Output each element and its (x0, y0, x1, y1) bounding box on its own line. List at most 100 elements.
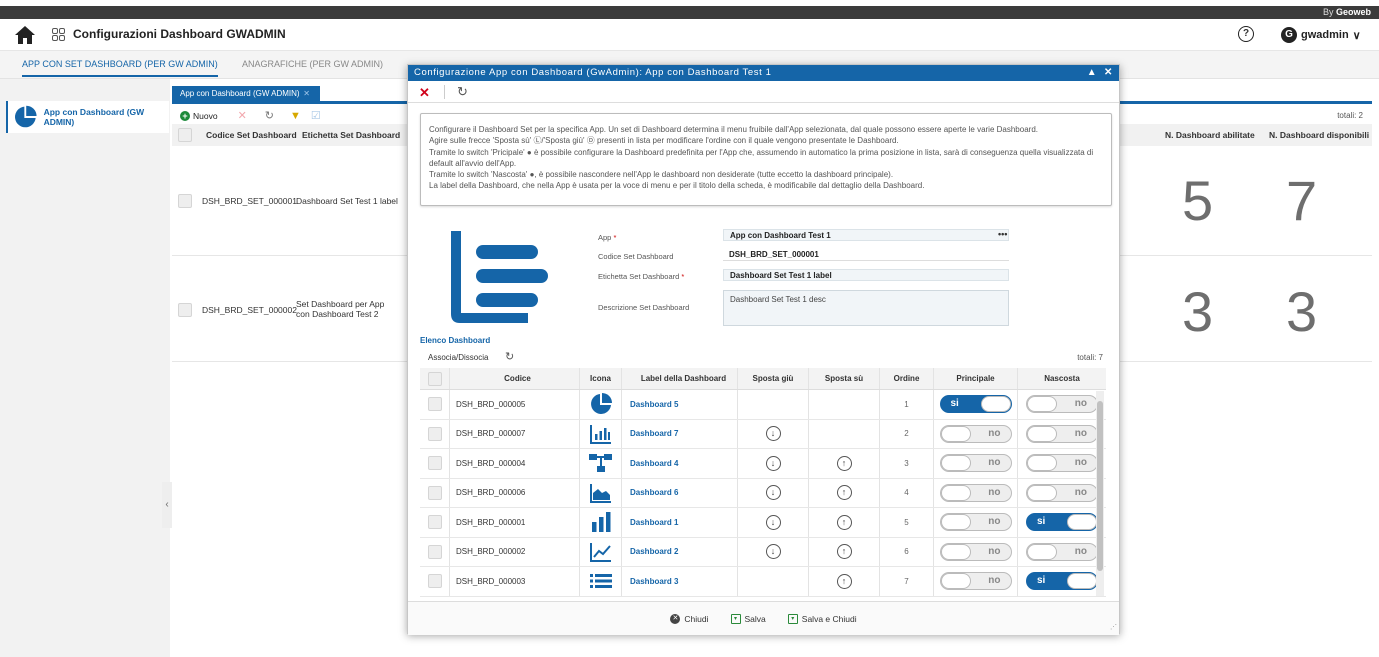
apps-grid-icon[interactable] (52, 28, 65, 41)
row-label-link[interactable]: Dashboard 7 (622, 419, 738, 448)
row-label: Dashboard Set Test 1 label (296, 196, 398, 206)
scrollbar-thumb[interactable] (1097, 401, 1103, 571)
row-label: Set Dashboard per App con Dashboard Test… (296, 299, 385, 319)
cancel-icon[interactable]: ✕ (419, 85, 430, 101)
nascosta-switch[interactable]: no (1026, 424, 1098, 443)
app-field[interactable]: App con Dashboard Test 1 (723, 229, 1009, 241)
collapse-icon[interactable]: ▲ (1087, 67, 1098, 78)
arrow-down-icon[interactable]: ↓ (765, 514, 781, 530)
col-sposta-giu: Sposta giù (738, 368, 809, 389)
row-checkbox[interactable] (427, 574, 442, 589)
row-label-link[interactable]: Dashboard 6 (622, 478, 738, 507)
switch-text: no (1074, 398, 1087, 410)
principale-switch[interactable]: no (939, 542, 1012, 561)
principale-switch[interactable]: no (939, 454, 1012, 473)
save-button[interactable]: ▾ Salva (730, 613, 766, 624)
help-icon[interactable]: ? (1238, 26, 1254, 42)
select-all-checkbox[interactable] (427, 371, 442, 386)
nascosta-switch[interactable]: si (1026, 572, 1098, 591)
new-button[interactable]: + Nuovo (180, 111, 218, 121)
row-checkbox[interactable] (427, 485, 442, 500)
row-checkbox[interactable] (178, 194, 192, 208)
close-tab-icon[interactable]: ✕ (303, 86, 310, 101)
principale-switch[interactable]: no (939, 424, 1012, 443)
row-label-link[interactable]: Dashboard 5 (622, 390, 738, 419)
row-checkbox[interactable] (427, 426, 442, 441)
principale-switch[interactable]: no (939, 572, 1012, 591)
arrow-up-icon[interactable]: ↑ (836, 485, 852, 501)
row-checkbox[interactable] (427, 544, 442, 559)
info-line: Agire sulle frecce 'Sposta sù' Ⓛ/'Sposta… (429, 136, 899, 146)
home-icon[interactable] (14, 25, 36, 45)
tab-anagrafiche[interactable]: ANAGRAFICHE (PER GW ADMIN) (242, 59, 383, 69)
row-label-link[interactable]: Dashboard 1 (622, 508, 738, 537)
row-checkbox[interactable] (427, 515, 442, 530)
user-name: gwadmin (1301, 29, 1349, 41)
row-icon-cell (580, 419, 622, 448)
row-label-link[interactable]: Dashboard 4 (622, 449, 738, 478)
table-row[interactable]: DSH_BRD_000006 Dashboard 6 ↓ ↑ 4 no no (420, 478, 1106, 508)
tab-app-con-dashboard[interactable]: App con Dashboard (GW ADMIN) ✕ (172, 86, 320, 101)
close-button[interactable]: ✕ Chiudi (670, 613, 709, 624)
associa-button[interactable]: Associa/Dissocia (428, 353, 488, 362)
row-code: DSH_BRD_000004 (450, 449, 580, 478)
arrow-down-icon[interactable]: ↓ (765, 485, 781, 501)
resize-handle[interactable]: ⋰ (1110, 623, 1117, 631)
row-checkbox[interactable] (427, 456, 442, 471)
arrow-down-icon[interactable]: ↓ (765, 426, 781, 442)
row-code: DSH_BRD_000005 (450, 390, 580, 419)
table-row[interactable]: DSH_BRD_000002 Dashboard 2 ↓ ↑ 6 no no (420, 537, 1106, 567)
delete-icon[interactable]: ✕ (238, 108, 247, 124)
nascosta-cell: no (1018, 479, 1106, 508)
row-code: DSH_BRD_000007 (450, 419, 580, 448)
filter-icon[interactable]: ▼ (290, 108, 301, 124)
principale-switch[interactable]: no (939, 483, 1012, 502)
table-row[interactable]: DSH_BRD_000003 Dashboard 3 ↑ 7 no si (420, 567, 1106, 597)
col-icona: Icona (580, 368, 622, 389)
arrow-up-icon[interactable]: ↑ (836, 573, 852, 589)
table-row[interactable]: DSH_BRD_000005 Dashboard 5 1 si no (420, 390, 1106, 420)
row-icon-cell (580, 567, 622, 596)
refresh-icon[interactable]: ↻ (265, 108, 274, 124)
more-icon[interactable]: ••• (998, 229, 1007, 239)
nascosta-switch[interactable]: si (1026, 513, 1098, 532)
refresh-icon[interactable]: ↻ (505, 350, 514, 363)
nascosta-switch[interactable]: no (1026, 454, 1098, 473)
select-icon[interactable]: ☑ (311, 108, 321, 124)
dialog-toolbar: ✕ ↻ (408, 81, 1119, 103)
arrow-up-icon[interactable]: ↑ (836, 514, 852, 530)
select-all-checkbox[interactable] (178, 128, 192, 142)
etichetta-field[interactable]: Dashboard Set Test 1 label (723, 269, 1009, 281)
user-menu[interactable]: G gwadmin ∨ (1281, 26, 1361, 44)
row-label-link[interactable]: Dashboard 3 (622, 567, 738, 596)
refresh-icon[interactable]: ↻ (457, 84, 468, 100)
save-close-button[interactable]: ▾ Salva e Chiudi (787, 613, 857, 624)
row-label-link[interactable]: Dashboard 2 (622, 537, 738, 566)
row-checkbox[interactable] (427, 397, 442, 412)
row-icon-cell (580, 537, 622, 566)
table-row[interactable]: DSH_BRD_000004 Dashboard 4 ↓ ↑ 3 no no (420, 449, 1106, 479)
table-row[interactable]: DSH_BRD_000001 Dashboard 1 ↓ ↑ 5 no si (420, 508, 1106, 538)
move-up-cell: ↑ (809, 478, 880, 507)
top-bar: By Geoweb (0, 6, 1379, 19)
arrow-down-icon[interactable]: ↓ (765, 544, 781, 560)
scrollbar[interactable] (1096, 391, 1104, 596)
arrow-down-icon[interactable]: ↓ (765, 455, 781, 471)
nascosta-switch[interactable]: no (1026, 395, 1098, 414)
nascosta-switch[interactable]: no (1026, 542, 1098, 561)
row-order: 7 (880, 567, 934, 596)
arrow-up-icon[interactable]: ↑ (836, 455, 852, 471)
tab-app-con-set-dashboard[interactable]: APP CON SET DASHBOARD (PER GW ADMIN) (22, 59, 218, 77)
sidebar-item-app-con-dashboard[interactable]: App con Dashboard (GW ADMIN) (6, 101, 169, 133)
pie-icon (14, 105, 37, 128)
switch-knob (940, 484, 971, 501)
table-row[interactable]: DSH_BRD_000007 Dashboard 7 ↓ 2 no no (420, 419, 1106, 449)
collapse-sidebar-button[interactable]: ‹ (162, 482, 172, 528)
principale-switch[interactable]: si (939, 395, 1012, 414)
nascosta-switch[interactable]: no (1026, 483, 1098, 502)
arrow-up-icon[interactable]: ↑ (836, 544, 852, 560)
close-icon[interactable]: ✕ (1104, 67, 1113, 78)
principale-switch[interactable]: no (939, 513, 1012, 532)
desc-field[interactable]: Dashboard Set Test 1 desc (723, 290, 1009, 326)
row-checkbox[interactable] (178, 303, 192, 317)
